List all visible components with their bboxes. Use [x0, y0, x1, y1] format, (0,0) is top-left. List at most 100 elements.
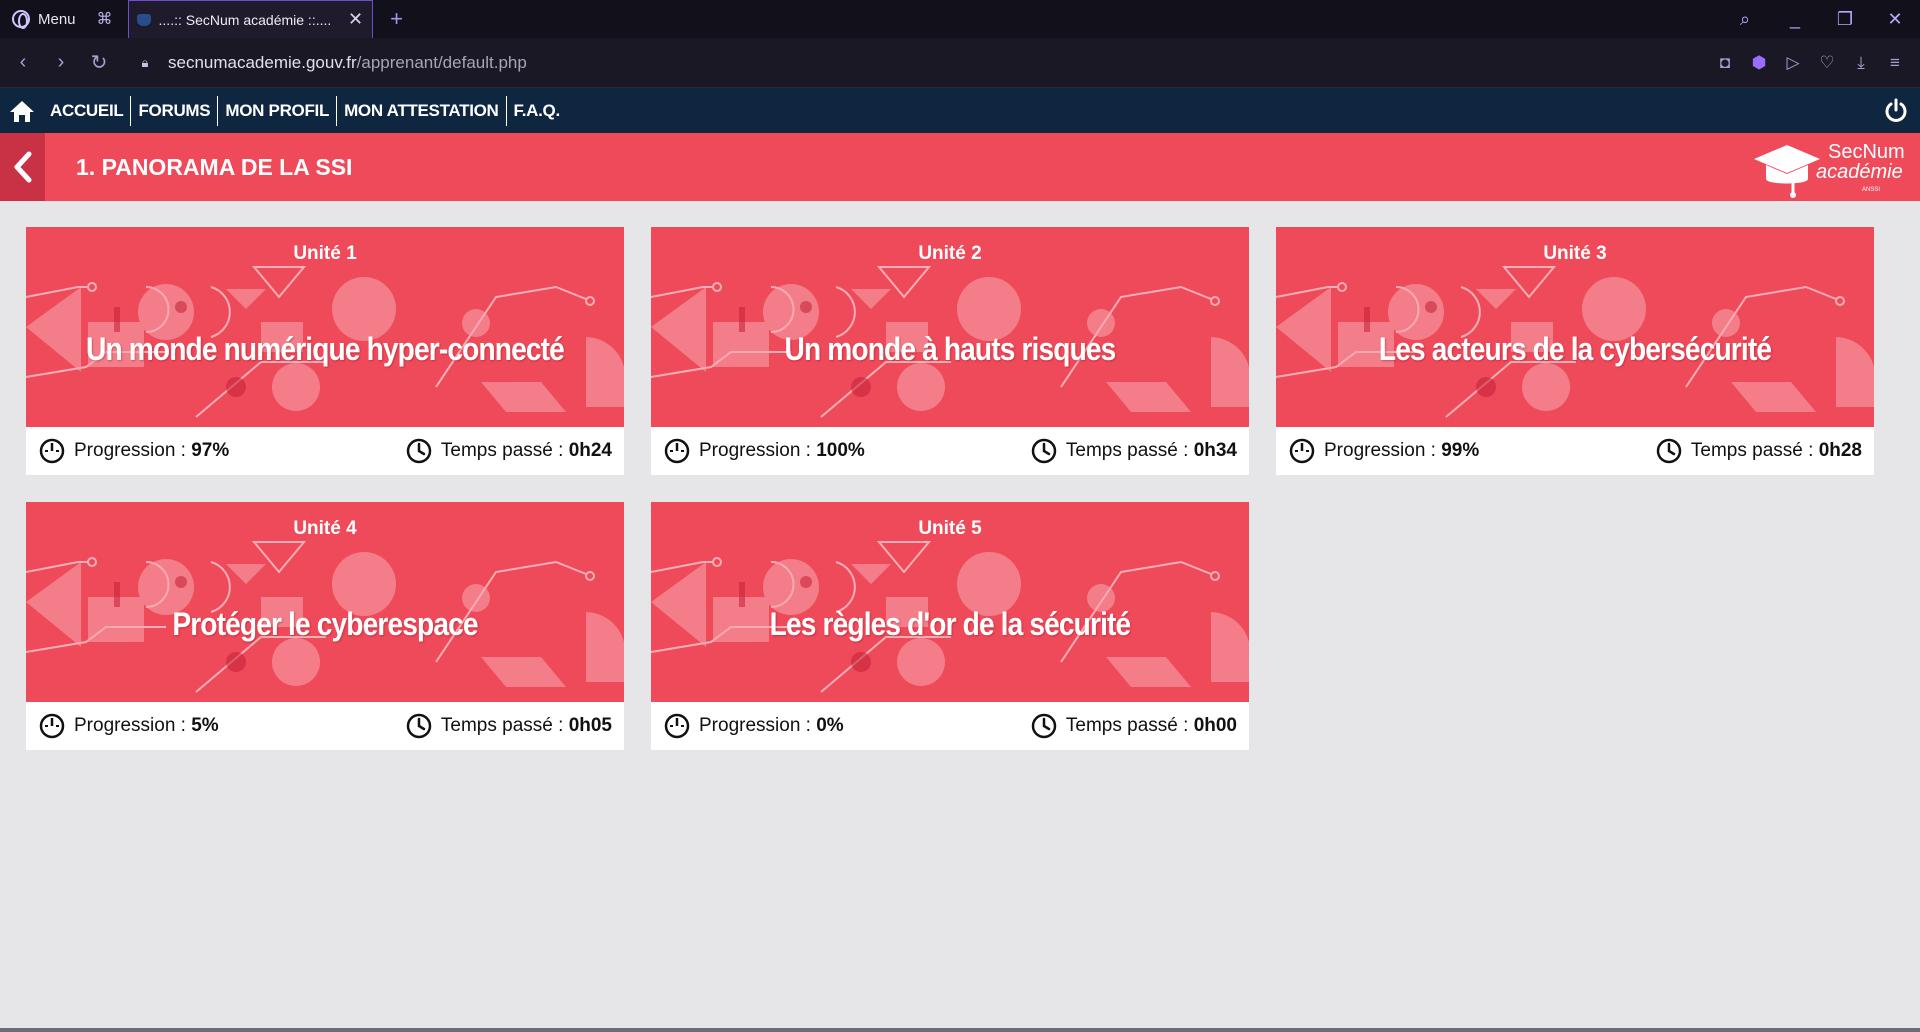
window-controls: ⌕ _ ❐ ✕	[1720, 0, 1920, 38]
brand-name: SecNum	[1828, 141, 1905, 163]
restore-icon[interactable]: ❐	[1820, 9, 1870, 30]
time-stat: Temps passé : 0h05	[406, 713, 612, 739]
time-label: Temps passé :	[440, 715, 569, 736]
forward-icon[interactable]: ›	[42, 51, 80, 74]
unit-banner[interactable]: Unité 3 Les acteurs de la cybersécurité	[1276, 227, 1874, 427]
unit-footer: Progression : 0% Temps passé : 0h00	[651, 702, 1249, 750]
unit-footer: Progression : 97% Temps passé : 0h24	[26, 427, 624, 475]
time-value: 0h28	[1818, 440, 1862, 461]
reload-icon[interactable]: ↻	[80, 50, 118, 75]
time-stat: Temps passé : 0h24	[406, 438, 612, 464]
time-label: Temps passé :	[1065, 715, 1194, 736]
progress-value: 99%	[1441, 440, 1480, 461]
gamepad-icon[interactable]: ⌘	[90, 9, 120, 29]
unit-footer: Progression : 99% Temps passé : 0h28	[1276, 427, 1874, 475]
heart-icon[interactable]: ♡	[1816, 53, 1838, 73]
browser-tabbar: Menu ⌘ ....:: SecNum académie ::.... ✕ +…	[0, 0, 1920, 38]
browser-tab-active[interactable]: ....:: SecNum académie ::.... ✕	[127, 0, 373, 38]
new-tab-icon[interactable]: +	[385, 6, 409, 32]
gauge-icon	[664, 438, 690, 464]
progress-stat: Progression : 5%	[39, 713, 219, 739]
time-stat: Temps passé : 0h00	[1031, 713, 1237, 739]
easy-setup-icon[interactable]: ≡	[1884, 53, 1906, 73]
time-value: 0h00	[1193, 715, 1237, 736]
progress-stat: Progression : 99%	[1289, 438, 1479, 464]
nav-link-faq[interactable]: F.A.Q.	[505, 95, 567, 126]
url-field[interactable]: secnumacademie.gouv.fr/apprenant/default…	[168, 53, 527, 73]
nav-link-mon-profil[interactable]: MON PROFIL	[217, 95, 336, 126]
progress-label: Progression :	[699, 715, 817, 736]
brand-tiny: ANSSI	[1862, 187, 1881, 193]
unit-label: Unité 4	[293, 518, 357, 539]
browser-addressbar: ‹ › ↻ 🔒︎ secnumacademie.gouv.fr/apprenan…	[0, 38, 1920, 88]
send-icon[interactable]: ▷	[1782, 53, 1804, 73]
back-icon[interactable]: ‹	[4, 51, 42, 74]
progress-label: Progression :	[699, 440, 817, 461]
unit-card-1[interactable]: Unité 1 Un monde numérique hyper-connect…	[26, 227, 624, 475]
progress-stat: Progression : 0%	[664, 713, 844, 739]
gauge-icon	[39, 713, 65, 739]
gauge-icon	[39, 438, 65, 464]
browser-menu-button[interactable]: Menu	[0, 0, 90, 38]
unit-banner[interactable]: Unité 5 Les règles d'or de la sécurité	[651, 502, 1249, 702]
unit-banner[interactable]: Unité 4 Protéger le cyberespace	[26, 502, 624, 702]
clock-icon	[1656, 438, 1682, 464]
unit-card-2[interactable]: Unité 2 Un monde à hauts risques Progres…	[651, 227, 1249, 475]
unit-label: Unité 5	[918, 518, 982, 539]
time-stat: Temps passé : 0h34	[1031, 438, 1237, 464]
back-button[interactable]	[0, 133, 45, 201]
unit-title: Protéger le cyberespace	[172, 606, 478, 642]
shield-icon[interactable]: ⬢	[1748, 53, 1770, 73]
section-title: 1. PANORAMA DE LA SSI	[76, 153, 353, 180]
power-icon[interactable]	[1872, 88, 1920, 133]
clock-icon	[1031, 713, 1057, 739]
progress-stat: Progression : 97%	[39, 438, 229, 464]
brand-subtitle: académie	[1816, 161, 1903, 183]
search-tabs-icon[interactable]: ⌕	[1720, 9, 1770, 30]
browser-menu-label: Menu	[38, 10, 76, 28]
home-icon[interactable]	[0, 88, 44, 133]
camera-icon[interactable]: ◘	[1714, 53, 1736, 73]
gauge-icon	[664, 713, 690, 739]
progress-value: 0%	[816, 715, 844, 736]
unit-title: Les acteurs de la cybersécurité	[1378, 331, 1772, 367]
unit-footer: Progression : 5% Temps passé : 0h05	[26, 702, 624, 750]
progress-label: Progression :	[74, 440, 192, 461]
unit-label: Unité 1	[293, 243, 357, 264]
time-value: 0h05	[568, 715, 612, 736]
progress-value: 100%	[816, 440, 865, 461]
progress-label: Progression :	[1324, 440, 1442, 461]
unit-banner[interactable]: Unité 2 Un monde à hauts risques	[651, 227, 1249, 427]
unit-card-4[interactable]: Unité 4 Protéger le cyberespace Progress…	[26, 502, 624, 750]
unit-title: Les règles d'or de la sécurité	[769, 606, 1132, 642]
time-value: 0h24	[568, 440, 612, 461]
progress-value: 5%	[191, 715, 219, 736]
section-header: 1. PANORAMA DE LA SSI SecNum académie AN…	[0, 133, 1920, 201]
lock-icon[interactable]: 🔒︎	[130, 55, 160, 71]
unit-banner[interactable]: Unité 1 Un monde numérique hyper-connect…	[26, 227, 624, 427]
minimize-icon[interactable]: _	[1770, 9, 1820, 30]
close-window-icon[interactable]: ✕	[1870, 9, 1920, 30]
close-tab-icon[interactable]: ✕	[348, 9, 364, 30]
time-stat: Temps passé : 0h28	[1656, 438, 1862, 464]
unit-title: Un monde à hauts risques	[784, 331, 1117, 367]
nav-link-mon-attestation[interactable]: MON ATTESTATION	[336, 95, 505, 126]
nav-link-accueil[interactable]: ACCUEIL	[44, 96, 130, 126]
progress-value: 97%	[191, 440, 230, 461]
unit-card-5[interactable]: Unité 5 Les règles d'or de la sécurité P…	[651, 502, 1249, 750]
unit-title: Un monde numérique hyper-connecté	[86, 331, 565, 367]
time-label: Temps passé :	[440, 440, 569, 461]
time-label: Temps passé :	[1065, 440, 1194, 461]
progress-stat: Progression : 100%	[664, 438, 865, 464]
download-icon[interactable]: ⤓	[1850, 53, 1872, 73]
gauge-icon	[1289, 438, 1315, 464]
url-path: /apprenant/default.php	[356, 52, 527, 72]
nav-link-forums[interactable]: FORUMS	[130, 95, 217, 126]
unit-card-3[interactable]: Unité 3 Les acteurs de la cybersécurité …	[1276, 227, 1874, 475]
clock-icon	[406, 713, 432, 739]
progress-label: Progression :	[74, 715, 192, 736]
opera-logo-icon	[12, 10, 30, 29]
secnum-logo[interactable]: SecNum académie ANSSI	[1752, 137, 1912, 199]
addressbar-actions: ◘ ⬢ ▷ ♡ ⤓ ≡	[1714, 53, 1920, 73]
clock-icon	[1031, 438, 1057, 464]
